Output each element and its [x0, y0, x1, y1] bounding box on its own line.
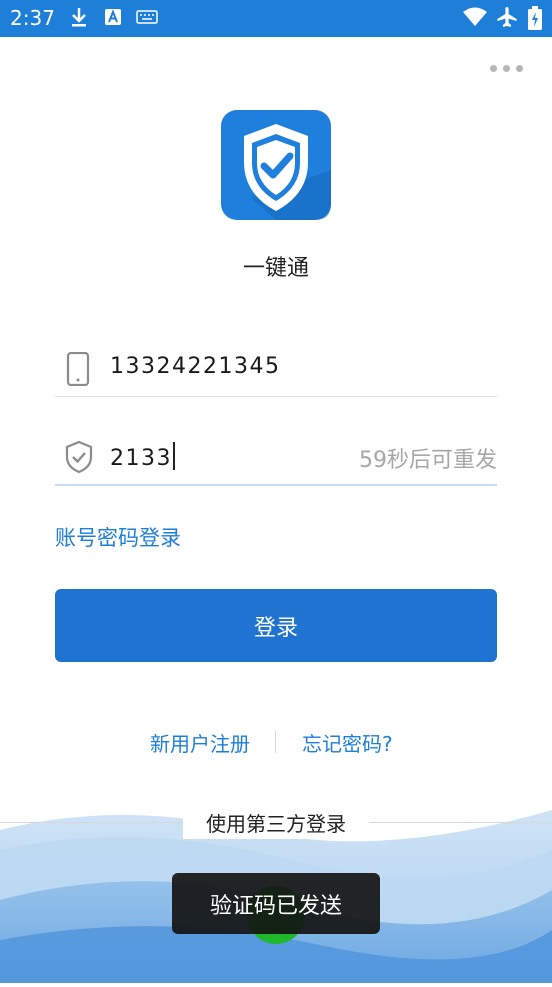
wifi-icon: [462, 6, 488, 32]
bottom-links: 新用户注册 忘记密码?: [0, 728, 552, 758]
code-input-value[interactable]: 2133: [110, 442, 175, 471]
shield-check-icon: [221, 110, 331, 220]
account-password-login-link[interactable]: 账号密码登录: [55, 522, 181, 552]
toast-message: 验证码已发送: [172, 873, 380, 934]
battery-charging-icon: [528, 6, 542, 34]
airplane-mode-icon: [496, 6, 518, 32]
login-button[interactable]: 登录: [55, 589, 497, 662]
keyboard-icon: [136, 6, 158, 32]
download-icon: [70, 6, 88, 32]
more-horizontal-icon[interactable]: [490, 58, 530, 78]
phone-icon: [65, 351, 91, 390]
shield-check-outline-icon: [65, 440, 93, 478]
phone-input-value[interactable]: 13324221345: [110, 354, 280, 379]
link-divider: [275, 731, 276, 753]
third-party-login-label: 使用第三方登录: [183, 806, 369, 839]
resend-timer: 59秒后可重发: [359, 448, 497, 473]
app-name: 一键通: [242, 256, 309, 281]
forgot-password-link[interactable]: 忘记密码?: [302, 728, 393, 757]
register-link[interactable]: 新用户注册: [150, 728, 250, 757]
verification-code-field[interactable]: 2133 59秒后可重发: [55, 428, 497, 486]
status-bar: 2:37: [0, 0, 552, 37]
phone-field[interactable]: 13324221345: [55, 340, 497, 397]
status-time: 2:37: [10, 6, 55, 30]
text-input-icon: [104, 6, 122, 32]
